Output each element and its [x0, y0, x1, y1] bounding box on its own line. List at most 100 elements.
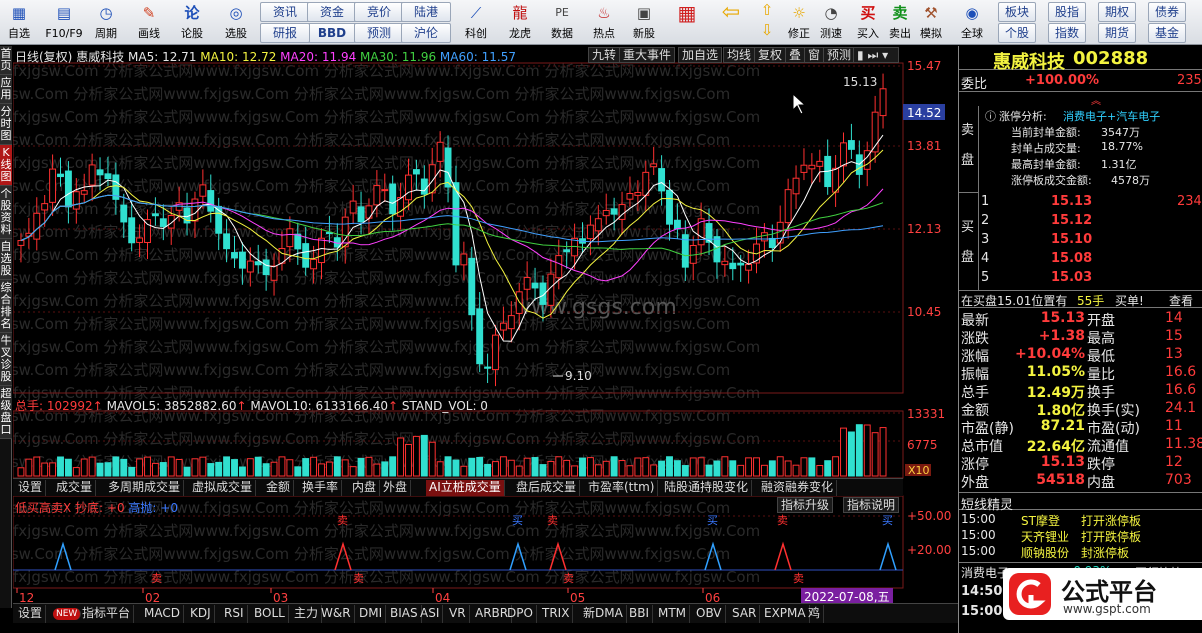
candle-body[interactable] — [88, 164, 96, 186]
candle-body[interactable] — [523, 277, 531, 290]
kline-chart-area[interactable]: fxjgsw.Com 分析家公式网www.fxjgsw.Com 分析家公式网ww… — [13, 46, 958, 606]
indicator-tab[interactable]: AI立桩成交量 — [426, 480, 505, 496]
candle-body[interactable] — [310, 258, 318, 270]
view-link[interactable]: 查看 — [1169, 292, 1193, 309]
toolbar-global[interactable]: ◉ 全球 — [952, 0, 992, 44]
candle-body[interactable] — [389, 183, 397, 215]
candle-body[interactable] — [531, 282, 539, 289]
left-tab-intraday[interactable]: 分时图 — [0, 104, 12, 145]
toolbar-research[interactable]: 研报 — [260, 23, 310, 43]
candle-body[interactable] — [768, 237, 776, 249]
toolbar-forecast[interactable]: 预测 — [354, 23, 404, 43]
toolbar-self-select[interactable]: ▦ 自选 — [2, 0, 36, 44]
candle-body[interactable] — [745, 264, 753, 271]
candle-body[interactable] — [80, 190, 88, 195]
toolbar-index[interactable]: 指数 — [1048, 23, 1086, 43]
candle-body[interactable] — [57, 173, 64, 178]
toolbar-discuss[interactable]: 论论股 — [174, 0, 210, 44]
indicator-tab[interactable]: 虚拟成交量 — [189, 480, 257, 496]
candle-body[interactable] — [737, 262, 745, 266]
toolbar-sell[interactable]: 卖卖出 — [886, 0, 914, 44]
toolbar-new-stock[interactable]: ▣ 新股 — [626, 0, 662, 44]
candle-body[interactable] — [507, 315, 515, 330]
bottom-indicator-tab[interactable]: BBI — [626, 605, 654, 623]
indicator-tab[interactable]: 多周期成交量 — [105, 480, 185, 496]
toolbar-stock-pick[interactable]: ◎ 选股 — [216, 0, 256, 44]
indicator-tab[interactable]: 市盈率(ttm) — [585, 480, 659, 496]
bottom-indicator-tab[interactable]: 指标平台 — [79, 605, 135, 623]
candle-body[interactable] — [610, 208, 618, 215]
toolbar-f10[interactable]: ▤ F10/F9 — [44, 0, 84, 44]
bottom-indicator-tab[interactable]: TRIX — [539, 605, 574, 623]
candle-body[interactable] — [231, 252, 238, 259]
bottom-indicator-tab[interactable]: W&R — [318, 605, 355, 623]
collapse-icon[interactable]: ︽ — [1091, 92, 1101, 107]
candle-body[interactable] — [555, 255, 563, 279]
candle-body[interactable] — [784, 189, 792, 224]
toolbar-fix[interactable]: ☼ 修正 — [784, 0, 814, 44]
candle-body[interactable] — [17, 240, 25, 246]
candle-body[interactable] — [405, 174, 412, 201]
candle-body[interactable] — [586, 224, 594, 240]
toolbar-sector[interactable]: 板块 — [998, 2, 1036, 22]
candle-body[interactable] — [120, 204, 128, 223]
candle-body[interactable] — [626, 193, 634, 200]
btn-overlay[interactable]: 叠 — [785, 47, 806, 63]
candle-body[interactable] — [468, 257, 476, 316]
candle-body[interactable] — [594, 218, 602, 232]
candle-body[interactable] — [104, 173, 112, 180]
candle-body[interactable] — [41, 203, 49, 211]
indicator-tab[interactable]: 融资融券变化 — [758, 480, 838, 496]
toolbar-sh-london[interactable]: 沪伦 — [401, 23, 451, 43]
candle-body[interactable] — [262, 259, 270, 276]
candle-body[interactable] — [381, 189, 389, 192]
bottom-indicator-tab[interactable]: EXPMA — [761, 605, 810, 623]
toolbar-star-market[interactable]: ⟋ 科创 — [456, 0, 496, 44]
candle-body[interactable] — [602, 209, 610, 217]
toolbar-index-futures[interactable]: 股指 — [1048, 2, 1086, 22]
candle-body[interactable] — [49, 168, 57, 203]
candle-body[interactable] — [373, 185, 381, 206]
left-tab-super-panel[interactable]: 超级盘口 — [0, 386, 12, 439]
toolbar-data[interactable]: PE 数据 — [542, 0, 582, 44]
bottom-indicator-tab[interactable]: DPO — [504, 605, 537, 623]
candle-body[interactable] — [650, 163, 658, 168]
candle-body[interactable] — [33, 212, 41, 240]
toolbar-draw-line[interactable]: ✎ 画线 — [130, 0, 168, 44]
bottom-indicator-tab[interactable]: BOLL — [251, 605, 289, 623]
indicator-tab[interactable]: 外盘 — [380, 480, 412, 496]
candle-body[interactable] — [484, 366, 492, 369]
candle-body[interactable] — [729, 262, 737, 270]
candle-body[interactable] — [270, 265, 278, 281]
short-row-s[interactable]: ST摩登 — [1021, 512, 1060, 529]
candle-body[interactable] — [721, 260, 729, 266]
bottom-indicator-tab[interactable]: 新DMA — [580, 605, 627, 623]
candle-body[interactable] — [302, 243, 310, 268]
candle-body[interactable] — [800, 164, 808, 173]
candle-body[interactable] — [452, 182, 460, 266]
left-tab-diagnosis[interactable]: 牛叉诊股 — [0, 333, 12, 386]
candle-body[interactable] — [460, 253, 468, 266]
candle-body[interactable] — [238, 251, 246, 269]
candle-body[interactable] — [223, 233, 231, 250]
candle-body[interactable] — [563, 249, 571, 253]
candle-body[interactable] — [515, 291, 523, 314]
left-tab-home[interactable]: 首页 — [0, 46, 12, 75]
bottom-indicator-tab[interactable]: VR — [446, 605, 470, 623]
candle-body[interactable] — [357, 206, 365, 223]
candle-body[interactable] — [832, 167, 840, 193]
candle-body[interactable] — [294, 233, 302, 250]
left-tab-stock-info[interactable]: 个股资料 — [0, 186, 12, 239]
toolbar-bonds[interactable]: 债券 — [1148, 2, 1186, 22]
indicator-tab[interactable]: 换手率 — [299, 480, 343, 496]
toolbar-futures[interactable]: 期货 — [1098, 23, 1136, 43]
candle-body[interactable] — [436, 141, 444, 162]
indicator-tab[interactable]: 盘后成交量 — [513, 480, 581, 496]
candle-body[interactable] — [666, 189, 673, 225]
btn-adjust[interactable]: 复权 — [754, 47, 787, 63]
btn-add-watch[interactable]: 加自选 — [678, 47, 723, 63]
candle-body[interactable] — [816, 160, 824, 167]
toolbar-hotspot[interactable]: ♨ 热点 — [584, 0, 624, 44]
bottom-indicator-tab[interactable]: SAR — [729, 605, 761, 623]
candle-body[interactable] — [499, 322, 507, 331]
